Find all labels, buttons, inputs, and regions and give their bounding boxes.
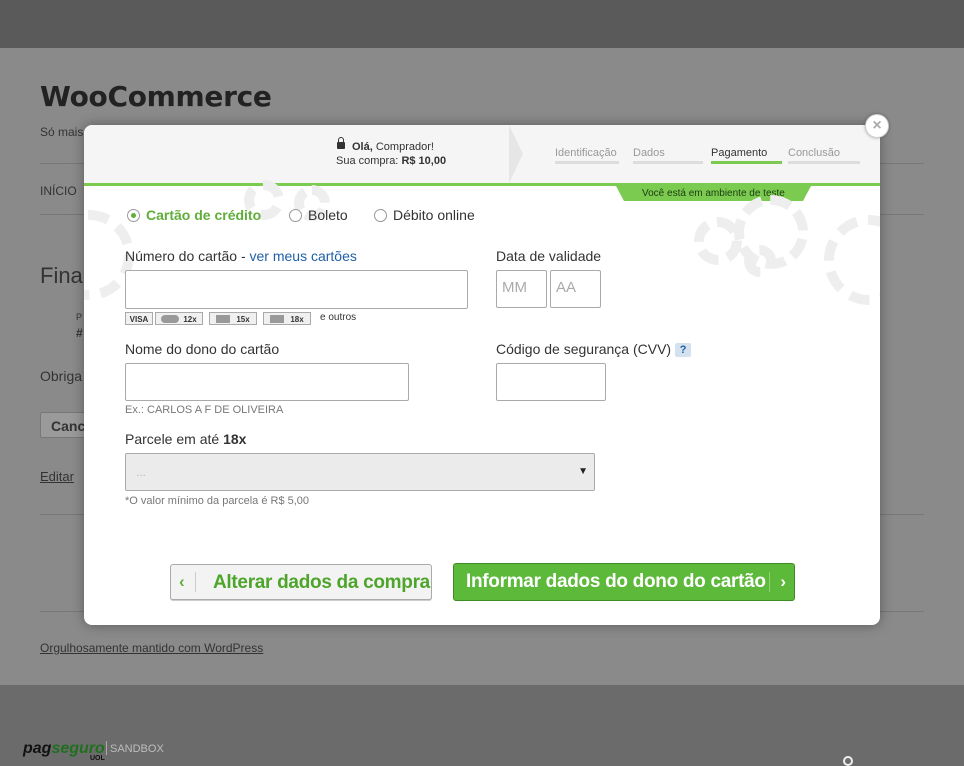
- divider: [106, 741, 107, 755]
- expiry-month-input[interactable]: MM: [496, 270, 547, 308]
- cvv-label: Código de segurança (CVV)?: [496, 341, 692, 357]
- cvv-input[interactable]: [496, 363, 606, 401]
- greeting: Olá, Comprador!: [352, 141, 434, 153]
- method-boleto[interactable]: Boleto: [289, 207, 348, 223]
- site-title[interactable]: WooCommerce: [40, 80, 272, 113]
- diners-icon: 18x: [263, 312, 311, 325]
- footer-link[interactable]: Orgulhosamente mantido com WordPress: [40, 641, 263, 655]
- next-button[interactable]: Informar dados do dono do cartão ›: [453, 563, 795, 601]
- site-top-bar: [0, 0, 964, 48]
- step-identificacao: Identificação: [555, 147, 619, 164]
- user-icon[interactable]: [843, 756, 853, 766]
- chevron-left-icon: ‹: [179, 572, 196, 592]
- step-dados: Dados: [633, 147, 703, 164]
- help-icon[interactable]: ?: [675, 343, 692, 357]
- amex-icon: 15x: [209, 312, 257, 325]
- back-button-label: Alterar dados da compra: [213, 572, 430, 593]
- next-button-label: Informar dados do dono do cartão: [466, 571, 766, 592]
- header-arrow-decoration: [509, 125, 523, 183]
- holder-name-label: Nome do dono do cartão: [125, 341, 280, 357]
- page-heading: Fina: [40, 263, 83, 288]
- radio-selected-icon[interactable]: [127, 209, 140, 222]
- order-label: P: [76, 312, 83, 322]
- method-debito-online[interactable]: Débito online: [374, 207, 475, 223]
- sandbox-label: SANDBOX: [110, 743, 164, 755]
- validity-label: Data de validade: [496, 248, 602, 264]
- dropdown-arrow-icon: ▼: [578, 466, 588, 477]
- thanks-text: Obriga: [40, 368, 83, 384]
- step-pagamento: Pagamento: [711, 147, 782, 164]
- uol-logo: UOL: [90, 755, 105, 762]
- gear-icon: [824, 215, 880, 305]
- cards-others: e outros: [320, 312, 357, 323]
- purchase-total: Sua compra: R$ 10,00: [336, 155, 447, 167]
- expiry-year-input[interactable]: AA: [550, 270, 601, 308]
- installments-hint: *O valor mínimo da parcela é R$ 5,00: [125, 495, 310, 507]
- order-value: #: [76, 326, 83, 340]
- modal-header: Olá, Comprador! Sua compra: R$ 10,00 Ide…: [84, 125, 880, 186]
- nav-item-home[interactable]: INÍCIO: [40, 184, 77, 198]
- step-conclusao: Conclusão: [788, 147, 860, 164]
- mastercard-icon: 12x: [155, 312, 203, 325]
- card-number-input[interactable]: [125, 270, 468, 309]
- close-icon[interactable]: ×: [865, 114, 889, 138]
- lock-icon: [337, 137, 345, 149]
- chevron-right-icon: ›: [769, 572, 786, 592]
- edit-link[interactable]: Editar: [40, 469, 74, 484]
- payment-modal: Olá, Comprador! Sua compra: R$ 10,00 Ide…: [84, 125, 880, 625]
- holder-name-input[interactable]: [125, 363, 409, 401]
- my-cards-link[interactable]: ver meus cartões: [250, 248, 357, 264]
- radio-icon[interactable]: [374, 209, 387, 222]
- gear-icon: [744, 245, 776, 277]
- card-number-label: Número do cartão - ver meus cartões: [125, 248, 357, 264]
- method-credit-card[interactable]: Cartão de crédito: [127, 207, 261, 223]
- holder-name-hint: Ex.: CARLOS A F DE OLIVEIRA: [125, 404, 284, 416]
- installments-label: Parcele em até 18x: [125, 431, 247, 447]
- visa-icon: VISA: [125, 312, 153, 325]
- back-button[interactable]: ‹ Alterar dados da compra: [170, 564, 432, 600]
- site-tagline: Só mais: [40, 125, 84, 139]
- radio-icon[interactable]: [289, 209, 302, 222]
- installments-select[interactable]: ... ▼: [125, 453, 595, 491]
